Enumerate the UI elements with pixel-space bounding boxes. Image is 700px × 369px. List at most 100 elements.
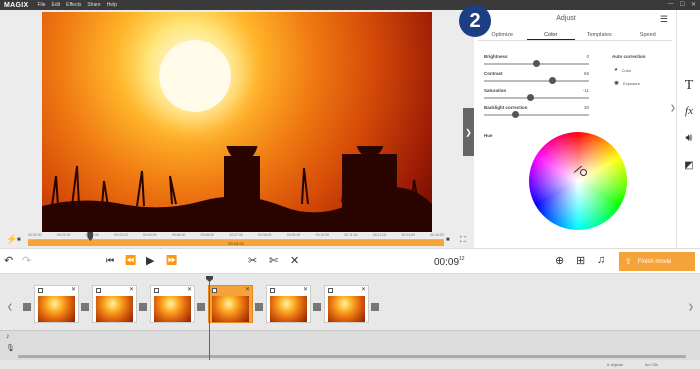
clip-close-icon[interactable]: ✕ [303, 286, 308, 293]
ruler-tick-label: 00:07:00 [229, 233, 243, 237]
timeline-clip[interactable]: ✕ [92, 285, 137, 323]
clip-checkbox[interactable] [96, 288, 101, 293]
clip-checkbox[interactable] [270, 288, 275, 293]
gradient-icon[interactable]: ◩ [677, 160, 700, 171]
slider-track[interactable] [484, 97, 589, 99]
timeline-clip[interactable]: ✕ [34, 285, 79, 323]
scroll-left-icon[interactable]: ❮ [7, 303, 13, 311]
slider-knob[interactable] [548, 77, 556, 84]
menu-edit[interactable]: Edit [49, 2, 64, 8]
hue-picker-handle[interactable] [580, 169, 587, 176]
music-track-icon[interactable]: ♪ [6, 333, 10, 340]
menu-share[interactable]: Share [84, 2, 103, 8]
transition-marker[interactable] [81, 303, 89, 311]
transition-marker[interactable] [371, 303, 379, 311]
slider-knob[interactable] [512, 111, 519, 118]
step-badge: 2 [459, 5, 491, 37]
ruler-tick-label: 00:11:00 [344, 233, 358, 237]
scroll-right-icon[interactable]: ❯ [688, 303, 694, 311]
add-media-icon[interactable]: ⊕ [555, 254, 564, 267]
volume-icon[interactable]: 🔊︎ [677, 132, 700, 145]
lightning-icon[interactable]: ⚡ [6, 234, 17, 245]
split-icon[interactable]: ✂ [248, 254, 257, 267]
slider-value: 30 [583, 105, 589, 110]
menu-effects[interactable]: Effects [63, 2, 84, 8]
transition-marker[interactable] [313, 303, 321, 311]
play-icon[interactable]: ▶ [146, 254, 154, 267]
fullscreen-icon[interactable]: ⛶ [460, 235, 466, 245]
transition-marker[interactable] [23, 303, 31, 311]
timeline-clip[interactable]: ✕ [324, 285, 369, 323]
status-duration: 0m 23s [645, 362, 659, 367]
clip-checkbox[interactable] [212, 288, 217, 293]
clip-checkbox[interactable] [154, 288, 159, 293]
auto-exposure-button[interactable]: ✺ Exposure [614, 80, 640, 87]
slider-value: 0 [586, 54, 589, 59]
clip-checkbox[interactable] [328, 288, 333, 293]
finish-movie-button[interactable]: ⇪ Finish movie [619, 252, 695, 271]
redo-icon[interactable]: ↷ [22, 254, 31, 267]
clip-thumbnail [38, 296, 75, 322]
clip-thumbnail [96, 296, 133, 322]
maximize-icon[interactable]: ☐ [680, 1, 685, 8]
ruler-tick-label: 00:03:00 [114, 233, 128, 237]
scrub-time-label: 00:15:04 [228, 240, 244, 246]
ruler-tick-label: 00:14:00 [430, 233, 444, 237]
add-music-icon[interactable]: ♫ [597, 254, 605, 266]
silhouette-graphic [42, 146, 432, 236]
close-icon[interactable]: ✕ [691, 1, 696, 8]
end-marker-icon[interactable]: ■ [446, 237, 450, 243]
slider-track[interactable] [484, 80, 589, 82]
delete-icon[interactable]: ✕ [290, 254, 299, 267]
status-objects: 6 objects [607, 362, 624, 367]
transition-marker[interactable] [197, 303, 205, 311]
slider-label: Backlight correction [484, 105, 528, 110]
text-icon[interactable]: T [677, 78, 700, 94]
auto-color-button[interactable]: ◕ Color [614, 67, 631, 73]
slider-knob[interactable] [526, 94, 534, 101]
tab-templates[interactable]: Templates [575, 30, 624, 40]
microphone-icon[interactable]: 🎙︎ [6, 344, 15, 352]
ruler-tick-label: 00:13:00 [401, 233, 416, 237]
playhead-line [209, 278, 210, 360]
undo-icon[interactable]: ↶ [4, 254, 13, 267]
brightness-slider: Brightness 0 [484, 54, 589, 70]
slider-knob[interactable] [533, 60, 540, 67]
timeline-clip[interactable]: ✕ [266, 285, 311, 323]
slider-track[interactable] [484, 114, 589, 116]
menu-help[interactable]: Help [104, 2, 120, 8]
slider-label: Contrast [484, 71, 503, 76]
clip-close-icon[interactable]: ✕ [187, 286, 192, 293]
skip-start-icon[interactable]: ⏮ [106, 255, 114, 266]
ruler-tick-label: 00:05:00 [171, 233, 186, 237]
transition-marker[interactable] [255, 303, 263, 311]
start-marker-icon[interactable]: ■ [17, 237, 21, 243]
ruler-tick-label: 00:09:00 [286, 233, 301, 237]
transition-marker[interactable] [139, 303, 147, 311]
minimize-icon[interactable]: — [668, 1, 674, 8]
timeline-scrollbar[interactable] [18, 355, 686, 358]
clip-close-icon[interactable]: ✕ [361, 286, 366, 293]
tab-speed[interactable]: Speed [624, 30, 673, 40]
hue-color-wheel[interactable] [529, 132, 627, 230]
transport-bar: ↶ ↷ ⏮ ⏪ ▶ ⏩ ✂ ✄ ✕ 00:0912 ⊕ ⊞ ♫ ⇪ Finish… [0, 248, 700, 274]
timeline-clip[interactable]: ✕ [150, 285, 195, 323]
clip-close-icon[interactable]: ✕ [71, 286, 76, 293]
add-photo-icon[interactable]: ⊞ [576, 254, 585, 267]
menu-file[interactable]: File [34, 2, 48, 8]
rewind-icon[interactable]: ⏪ [125, 255, 136, 266]
ruler-tick-label: 00:12:00 [372, 233, 387, 237]
fast-forward-icon[interactable]: ⏩ [166, 255, 177, 266]
clip-close-icon[interactable]: ✕ [245, 286, 250, 293]
clip-close-icon[interactable]: ✕ [129, 286, 134, 293]
clip-checkbox[interactable] [38, 288, 43, 293]
trim-icon[interactable]: ✄ [269, 254, 278, 267]
video-preview[interactable] [42, 12, 432, 236]
panel-toggle-arrow-icon[interactable]: ❯ [463, 108, 474, 156]
tab-color[interactable]: Color [526, 30, 575, 40]
menu-icon[interactable]: ☰ [660, 14, 668, 25]
fx-icon[interactable]: fx [677, 105, 700, 117]
timeline-clip[interactable]: ✕ [208, 285, 253, 323]
preview-area: ❯ [0, 10, 474, 236]
timecode-main: 00:09 [434, 257, 460, 268]
